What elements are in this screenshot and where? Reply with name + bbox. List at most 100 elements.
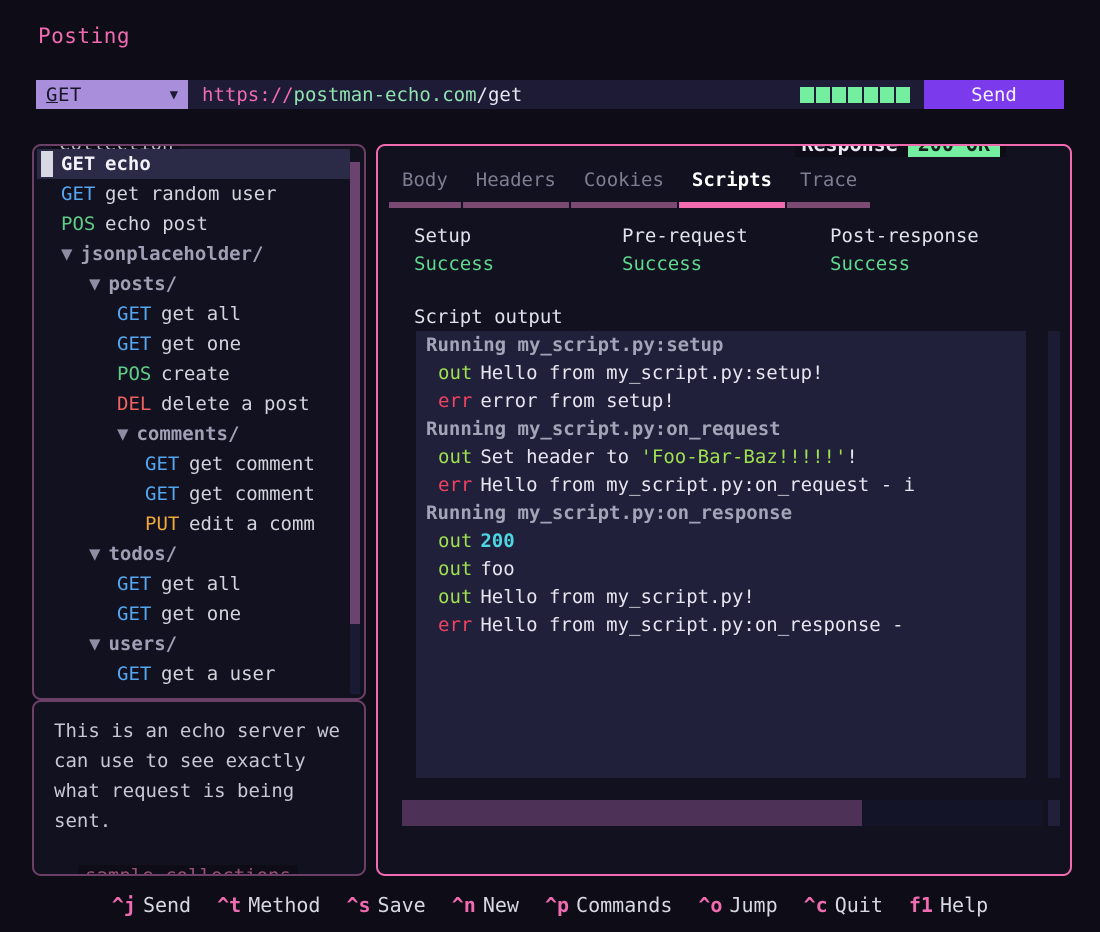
collection-item-get-all-users[interactable]: GETget all users [37, 689, 350, 695]
keybind-quit[interactable]: ^cQuit [804, 893, 883, 917]
collection-item-get-a-user[interactable]: GETget a user [37, 659, 350, 689]
script-output-box[interactable]: Running my_script.py:setupoutHello from … [416, 331, 1026, 778]
progress-block [864, 87, 878, 103]
collection-item-edit-a-comm[interactable]: PUTedit a comm [37, 509, 350, 539]
script-output-text: Hello from my_script.py:on_response - [480, 614, 903, 636]
script-output-stream-tag: err [438, 474, 472, 496]
collection-item-label: get a user [161, 659, 275, 689]
collection-item-create[interactable]: POScreate [37, 359, 350, 389]
collection-item-comments[interactable]: ▼ comments/ [37, 419, 350, 449]
tab-scripts[interactable]: Scripts [678, 166, 786, 208]
script-status-value: Success [414, 250, 622, 278]
send-button[interactable]: Send [924, 80, 1064, 109]
collection-item-echo[interactable]: GETecho [37, 149, 350, 179]
chevron-down-icon[interactable]: ▼ [89, 539, 100, 569]
tab-label: Trace [786, 166, 871, 194]
collection-item-label: echo post [105, 209, 208, 239]
collection-item-users[interactable]: ▼ users/ [37, 629, 350, 659]
keybind-label: Save [378, 893, 426, 917]
script-output-text: Hello from my_script.py:setup! [480, 362, 823, 384]
collection-tree[interactable]: GETechoGETget random userPOSecho post▼js… [37, 149, 350, 695]
script-output-running: Running my_script.py:on_response [426, 502, 792, 524]
collection-item-label: get one [161, 329, 241, 359]
collection-item-get-all[interactable]: GETget all [37, 299, 350, 329]
script-output-vertical-scrollbar[interactable] [1048, 331, 1060, 778]
keybind-jump[interactable]: ^oJump [698, 893, 777, 917]
script-status-setup: SetupSuccess [414, 222, 622, 278]
collection-item-get-random-user[interactable]: GETget random user [37, 179, 350, 209]
keybind-key: ^p [545, 893, 569, 917]
keybind-label: Send [143, 893, 191, 917]
script-output-stream-tag: out [438, 558, 472, 580]
script-status-row: SetupSuccessPre-requestSuccessPost-respo… [414, 222, 1050, 278]
script-status-pre-request: Pre-requestSuccess [622, 222, 830, 278]
script-output-line: errHello from my_script.py:on_request - … [416, 471, 1026, 499]
tab-body[interactable]: Body [388, 166, 462, 208]
collection-item-delete-a-post[interactable]: DELdelete a post [37, 389, 350, 419]
collection-scrollbar-thumb[interactable] [350, 162, 360, 624]
description-panel: This is an echo server we can use to see… [32, 700, 366, 876]
script-output-text: Hello from my_script.py! [480, 586, 755, 608]
progress-block [816, 87, 830, 103]
chevron-down-icon[interactable]: ▼ [89, 269, 100, 299]
collection-item-get-comment[interactable]: GETget comment [37, 449, 350, 479]
http-method-label: GET [61, 149, 105, 179]
tab-label: Cookies [570, 166, 678, 194]
collection-item-label: posts/ [108, 269, 177, 299]
script-output-stream-tag: out [438, 362, 472, 384]
chevron-down-icon[interactable]: ▼ [61, 239, 72, 269]
collection-item-get-one[interactable]: GETget one [37, 599, 350, 629]
keybind-label: Quit [835, 893, 883, 917]
script-output-text: Set header to 'Foo-Bar-Baz!!!!!'! [480, 446, 858, 468]
url-input[interactable]: https://postman-echo.com/get [188, 80, 924, 109]
script-output-hscroll-thumb[interactable] [402, 800, 862, 826]
collection-scrollbar[interactable] [350, 162, 360, 694]
tab-trace[interactable]: Trace [786, 166, 871, 208]
collection-item-label: get random user [105, 179, 277, 209]
keybind-save[interactable]: ^s Save [346, 893, 425, 917]
keybind-commands[interactable]: ^pCommands [545, 893, 672, 917]
tab-headers[interactable]: Headers [462, 166, 570, 208]
tab-underline [389, 202, 461, 208]
keybind-new[interactable]: ^nNew [452, 893, 519, 917]
response-tabs: BodyHeadersCookiesScriptsTrace [388, 166, 1060, 214]
collection-item-todos[interactable]: ▼ todos/ [37, 539, 350, 569]
keybind-label: Method [248, 893, 320, 917]
selection-cursor [41, 151, 53, 177]
keybind-label: Help [940, 893, 988, 917]
collection-item-label: todos/ [108, 539, 177, 569]
collection-item-label: comments/ [136, 419, 239, 449]
request-bar: GET ▼ https://postman-echo.com/get Send [36, 80, 1064, 109]
script-output-text: foo [480, 558, 514, 580]
chevron-down-icon[interactable]: ▼ [117, 419, 128, 449]
keybind-key: ^j [112, 893, 136, 917]
progress-block [800, 87, 814, 103]
collection-panel: Collection GETechoGETget random userPOSe… [32, 144, 366, 700]
collection-item-get-comment[interactable]: GETget comment [37, 479, 350, 509]
tab-cookies[interactable]: Cookies [570, 166, 678, 208]
script-status-value: Success [830, 250, 1038, 278]
keybind-method[interactable]: ^t Method [217, 893, 320, 917]
http-method-label: GET [117, 569, 161, 599]
chevron-down-icon[interactable]: ▼ [89, 629, 100, 659]
http-method-label: GET [117, 689, 161, 695]
collection-item-label: get all users [161, 689, 310, 695]
collection-item-get-all[interactable]: GETget all [37, 569, 350, 599]
collection-item-label: delete a post [161, 389, 310, 419]
script-output-stream-tag: out [438, 530, 472, 552]
collection-item-get-one[interactable]: GETget one [37, 329, 350, 359]
keybind-key: ^s [346, 893, 370, 917]
http-method-label: GET [145, 479, 189, 509]
keybind-key: ^t [217, 893, 241, 917]
script-output-horizontal-scrollbar[interactable] [402, 800, 1042, 826]
collection-item-echo-post[interactable]: POSecho post [37, 209, 350, 239]
keybind-send[interactable]: ^j Send [112, 893, 191, 917]
method-select[interactable]: GET ▼ [36, 80, 188, 109]
collection-item-label: users/ [108, 629, 177, 659]
collection-item-posts[interactable]: ▼ posts/ [37, 269, 350, 299]
http-method-label: GET [61, 179, 105, 209]
keybind-help[interactable]: f1Help [909, 893, 988, 917]
response-panel-title: Response 200 OK [795, 144, 1006, 157]
collection-item-jsonplaceholder[interactable]: ▼jsonplaceholder/ [37, 239, 350, 269]
app-title: Posting [38, 24, 130, 48]
